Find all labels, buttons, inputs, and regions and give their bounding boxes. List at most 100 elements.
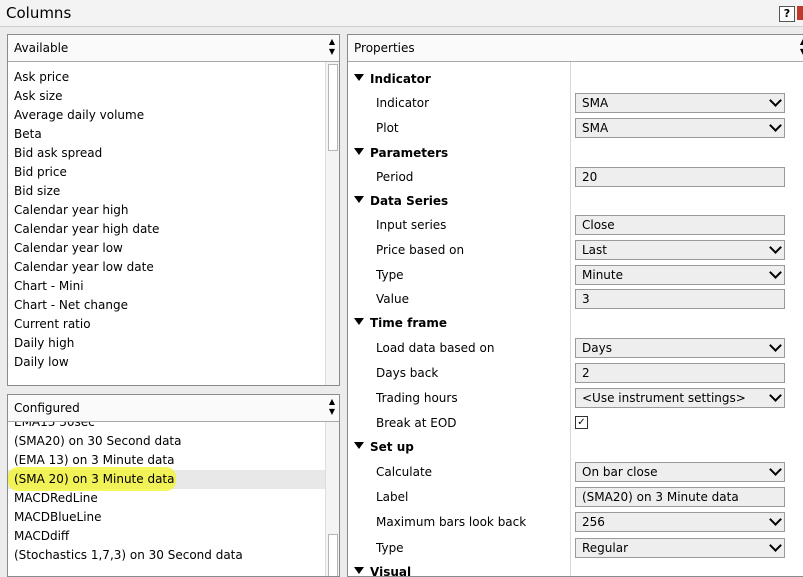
category-label: Parameters	[370, 146, 449, 160]
category-label: Set up	[370, 440, 414, 454]
category-indicator[interactable]: Indicator	[348, 68, 803, 92]
collapse-icon[interactable]	[354, 442, 364, 449]
sort-arrows-icon[interactable]: ▲▼	[327, 397, 337, 419]
chevron-down-icon	[769, 339, 782, 352]
property-row-break-eod: Break at EOD ✓	[348, 411, 803, 436]
max-bars-dropdown[interactable]: 256	[575, 512, 785, 532]
list-item-label: (SMA 20) on 3 Minute data	[14, 472, 175, 486]
property-label: Plot	[376, 121, 399, 135]
available-list[interactable]: Ask price Ask size Average daily volume …	[8, 62, 325, 385]
available-scrollbar[interactable]	[325, 62, 339, 385]
property-label: Input series	[376, 218, 447, 232]
category-time-frame[interactable]: Time frame	[348, 312, 803, 336]
indicator-dropdown[interactable]: SMA	[575, 93, 785, 113]
sort-arrows-icon[interactable]: ▲▼	[798, 37, 803, 59]
list-item[interactable]: Average daily volume	[8, 106, 325, 125]
collapse-icon[interactable]	[354, 318, 364, 325]
collapse-icon[interactable]	[354, 196, 364, 203]
properties-title: Properties	[354, 41, 415, 55]
list-item[interactable]: Bid ask spread	[8, 144, 325, 163]
category-visual[interactable]: Visual	[348, 561, 803, 576]
input-series-field[interactable]: Close	[575, 215, 785, 235]
list-item[interactable]: Calendar year low date	[8, 258, 325, 277]
scroll-thumb[interactable]	[328, 534, 338, 576]
field-value: Last	[582, 243, 607, 257]
collapse-icon[interactable]	[354, 148, 364, 155]
list-item[interactable]: Calendar year high	[8, 201, 325, 220]
list-item[interactable]: Chart - Mini	[8, 277, 325, 296]
list-item[interactable]: Bid size	[8, 182, 325, 201]
days-back-input[interactable]: 2	[575, 363, 785, 383]
selected-list-item[interactable]: (SMA 20) on 3 Minute data	[8, 467, 325, 491]
chevron-down-icon	[769, 119, 782, 132]
property-label: Type	[376, 541, 404, 555]
trading-hours-dropdown[interactable]: <Use instrument settings>	[575, 388, 785, 408]
property-row-price-based-on: Price based on Last	[348, 238, 803, 263]
close-icon[interactable]	[797, 6, 803, 20]
sort-arrows-icon[interactable]: ▲▼	[327, 37, 337, 59]
chevron-down-icon	[769, 513, 782, 526]
category-label: Visual	[370, 565, 412, 576]
list-item[interactable]: Bid price	[8, 163, 325, 182]
list-item[interactable]: Ask price	[8, 68, 325, 87]
property-row-indicator: Indicator SMA	[348, 91, 803, 116]
price-based-on-dropdown[interactable]: Last	[575, 240, 785, 260]
list-item[interactable]: Ask size	[8, 87, 325, 106]
property-label: Days back	[376, 366, 439, 380]
setup-type-dropdown[interactable]: Regular	[575, 538, 785, 558]
list-item[interactable]: Chart - Net change	[8, 296, 325, 315]
list-item[interactable]: Daily high	[8, 334, 325, 353]
property-row-setup-type: Type Regular	[348, 536, 803, 561]
period-input[interactable]: 20	[575, 167, 785, 187]
chevron-down-icon	[769, 389, 782, 402]
type-dropdown[interactable]: Minute	[575, 265, 785, 285]
list-item[interactable]: MACDBlueLine	[8, 508, 325, 527]
list-item[interactable]: MACDdiff	[8, 527, 325, 546]
list-item[interactable]: (SMA20) on 30 Second data	[8, 432, 325, 451]
property-label: Period	[376, 170, 414, 184]
field-value: 256	[582, 515, 605, 529]
field-value: Days	[582, 341, 612, 355]
available-title: Available	[14, 41, 69, 55]
list-item[interactable]: Calendar year low	[8, 239, 325, 258]
category-parameters[interactable]: Parameters	[348, 142, 803, 166]
field-value: Close	[582, 218, 615, 232]
scroll-thumb[interactable]	[328, 64, 338, 151]
property-label: Calculate	[376, 465, 433, 479]
calculate-dropdown[interactable]: On bar close	[575, 462, 785, 482]
category-data-series[interactable]: Data Series	[348, 190, 803, 214]
break-eod-checkbox[interactable]: ✓	[575, 416, 588, 429]
property-row-days-back: Days back 2	[348, 361, 803, 386]
list-item[interactable]: MACDRedLine	[8, 489, 325, 508]
collapse-icon[interactable]	[354, 74, 364, 81]
property-row-input-series: Input series Close	[348, 213, 803, 238]
field-value: <Use instrument settings>	[582, 391, 746, 405]
configured-list[interactable]: EMA13 30sec (SMA20) on 30 Second data (E…	[8, 422, 325, 576]
help-button[interactable]: ?	[779, 6, 795, 22]
field-value: Minute	[582, 268, 623, 282]
field-value: SMA	[582, 96, 609, 110]
category-set-up[interactable]: Set up	[348, 436, 803, 460]
property-label: Load data based on	[376, 341, 495, 355]
chevron-down-icon	[769, 539, 782, 552]
plot-dropdown[interactable]: SMA	[575, 118, 785, 138]
chevron-down-icon	[769, 266, 782, 279]
title-bar: Columns ?	[0, 0, 803, 27]
configured-scrollbar[interactable]	[325, 422, 339, 576]
list-item[interactable]: (Stochastics 1,7,3) on 30 Second data	[8, 546, 325, 565]
window-title: Columns	[6, 4, 72, 22]
list-item[interactable]: EMA13 30sec	[8, 422, 325, 432]
list-item[interactable]: Calendar year high date	[8, 220, 325, 239]
property-row-period: Period 20	[348, 165, 803, 190]
configured-title: Configured	[14, 401, 80, 415]
list-item[interactable]: Current ratio	[8, 315, 325, 334]
property-row-label: Label (SMA20) on 3 Minute data	[348, 485, 803, 510]
list-item[interactable]: Beta	[8, 125, 325, 144]
property-label: Price based on	[376, 243, 465, 257]
label-input[interactable]: (SMA20) on 3 Minute data	[575, 487, 785, 507]
value-input[interactable]: 3	[575, 289, 785, 309]
category-label: Indicator	[370, 72, 431, 86]
collapse-icon[interactable]	[354, 567, 364, 574]
list-item[interactable]: Daily low	[8, 353, 325, 372]
load-data-dropdown[interactable]: Days	[575, 338, 785, 358]
